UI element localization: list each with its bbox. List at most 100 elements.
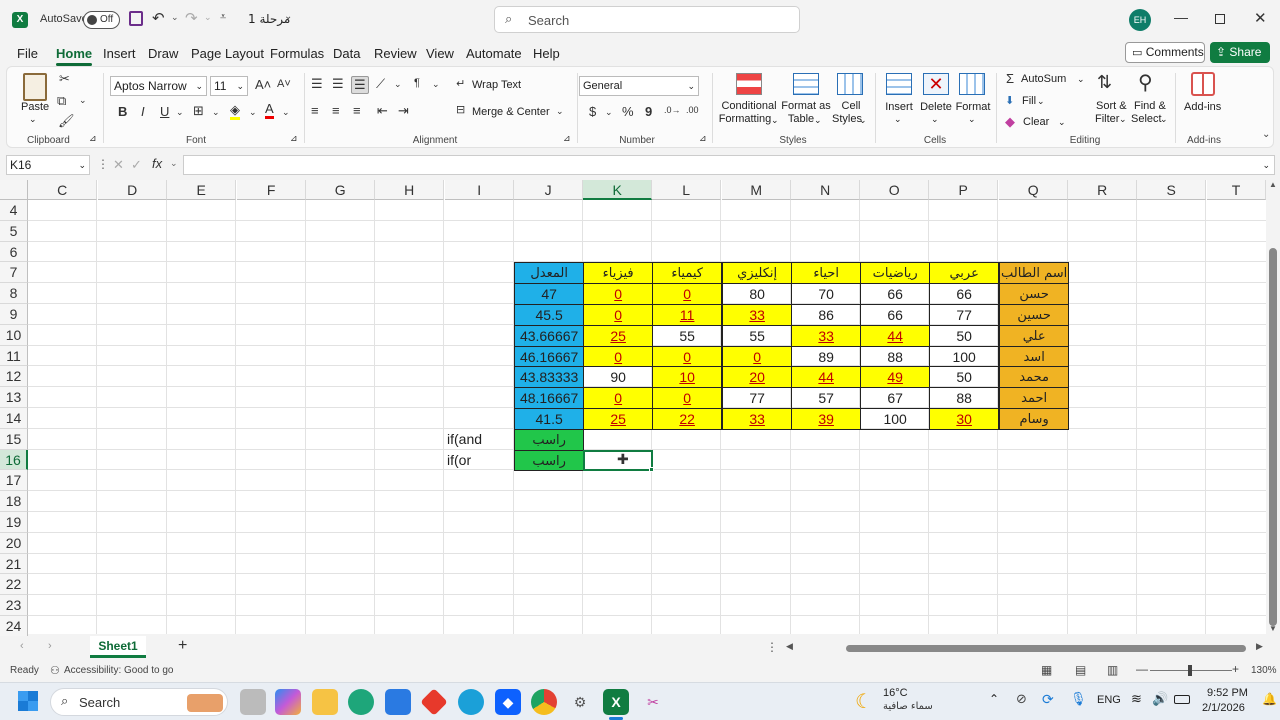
row-header-10[interactable]: 10 — [0, 324, 28, 346]
format-as-table-icon[interactable] — [793, 73, 819, 95]
table-header-o[interactable]: رياضيات — [860, 262, 931, 285]
cell-i16[interactable]: if(or — [447, 450, 471, 471]
table-cell-p10[interactable]: 50 — [929, 324, 1000, 347]
table-cell-j13[interactable]: 48.16667 — [514, 387, 585, 409]
scroll-up-icon[interactable]: ▲ — [1269, 180, 1277, 189]
column-header-j[interactable]: J — [514, 180, 584, 200]
decrease-font-icon[interactable]: A˅ — [277, 78, 291, 90]
format-painter-icon[interactable]: 🖌 — [58, 113, 75, 129]
battery-icon[interactable] — [1174, 695, 1190, 704]
table-header-p[interactable]: عربي — [929, 262, 1000, 285]
table-header-l[interactable]: كيمياء — [652, 262, 723, 285]
conditional-formatting-icon[interactable] — [736, 73, 762, 95]
clear-icon[interactable]: ◆ — [1005, 114, 1015, 130]
table-cell-n8[interactable]: 70 — [791, 283, 862, 305]
table-cell-o12[interactable]: 49 — [860, 366, 931, 389]
formula-input[interactable]: ⌄ — [183, 155, 1275, 175]
row-header-5[interactable]: 5 — [0, 220, 28, 242]
row-header-14[interactable]: 14 — [0, 408, 28, 429]
column-header-h[interactable]: H — [375, 180, 445, 200]
underline-dropdown-icon[interactable]: ⌄ — [176, 107, 184, 118]
tab-draw[interactable]: Draw — [148, 46, 178, 61]
currency-button[interactable]: $ — [589, 104, 596, 119]
merge-dropdown-icon[interactable]: ⌄ — [556, 106, 564, 117]
table-cell-m8[interactable]: 80 — [722, 283, 793, 305]
borders-dropdown-icon[interactable]: ⌄ — [212, 107, 220, 118]
number-format-select[interactable]: General ⌄ — [579, 76, 699, 96]
add-sheet-button[interactable]: + — [178, 637, 187, 655]
merge-center-icon[interactable]: ⊟ — [456, 103, 465, 116]
underline-button[interactable]: U — [160, 104, 169, 119]
table-cell-k9[interactable]: 0 — [583, 304, 654, 326]
decrease-decimal-icon[interactable]: .00 — [686, 105, 699, 115]
format-as-table-label-2[interactable]: Table — [785, 113, 817, 126]
wrap-text-button[interactable]: Wrap Text — [472, 79, 521, 92]
table-cell-m12[interactable]: 20 — [722, 366, 793, 389]
tab-home[interactable]: Home — [56, 46, 93, 66]
conditional-formatting-label-2[interactable]: Formatting — [715, 113, 775, 126]
minimize-icon[interactable]: — — [1174, 9, 1188, 25]
format-cells-icon[interactable] — [959, 73, 985, 95]
sync-icon[interactable]: ⟳ — [1042, 691, 1054, 708]
row-header-13[interactable]: 13 — [0, 387, 28, 408]
column-header-m[interactable]: M — [722, 180, 792, 200]
table-cell-k11[interactable]: 0 — [583, 345, 654, 368]
weather-moon-icon[interactable]: ☾ — [855, 689, 873, 714]
snipping-tool-icon[interactable]: ✂ — [640, 689, 666, 715]
table-cell-k13[interactable]: 0 — [583, 387, 654, 409]
table-cell-p14[interactable]: 30 — [929, 408, 1000, 430]
table-cell-j14[interactable]: 41.5 — [514, 408, 585, 430]
table-cell-o14[interactable]: 100 — [860, 408, 931, 430]
row-header-11[interactable]: 11 — [0, 345, 28, 367]
conditional-formatting-label-1[interactable]: Conditional — [717, 100, 781, 113]
app-red-icon[interactable] — [420, 688, 448, 716]
alignment-launcher-icon[interactable]: ⊿ — [563, 133, 571, 144]
column-header-d[interactable]: D — [98, 180, 168, 200]
cell-styles-icon[interactable] — [837, 73, 863, 95]
table-cell-j12[interactable]: 43.83333 — [514, 366, 585, 389]
column-header-q[interactable]: Q — [999, 180, 1069, 200]
table-cell-n13[interactable]: 57 — [791, 387, 862, 409]
paste-icon[interactable] — [23, 73, 47, 101]
column-header-s[interactable]: S — [1137, 180, 1207, 200]
zoom-slider[interactable] — [1150, 665, 1232, 676]
undo-dropdown-icon[interactable]: ⌄ — [171, 12, 179, 23]
edge-icon[interactable] — [348, 689, 374, 715]
table-cell-p12[interactable]: 50 — [929, 366, 1000, 389]
maximize-icon[interactable] — [1215, 14, 1225, 24]
table-cell-l9[interactable]: 11 — [652, 304, 723, 326]
copy-dropdown-icon[interactable]: ⌄ — [79, 95, 87, 106]
font-launcher-icon[interactable]: ⊿ — [290, 133, 298, 144]
align-right-icon[interactable]: ≡ — [353, 103, 361, 118]
paste-dropdown-icon[interactable]: ⌄ — [29, 113, 37, 126]
tab-review[interactable]: Review — [374, 46, 417, 61]
close-icon[interactable]: ✕ — [1254, 9, 1267, 27]
table-header-k[interactable]: فيزياء — [583, 262, 654, 285]
table-cell-q12[interactable]: محمد — [999, 366, 1070, 389]
task-view-icon[interactable] — [240, 689, 266, 715]
clear-button[interactable]: Clear — [1023, 116, 1049, 129]
wifi-icon[interactable]: ≋ — [1131, 691, 1142, 707]
row-header-18[interactable]: 18 — [0, 491, 28, 512]
fill-button[interactable]: Fill — [1022, 95, 1036, 108]
confirm-entry-icon[interactable]: ✓ — [131, 157, 142, 173]
orientation-icon[interactable]: ⟋ — [376, 76, 385, 92]
increase-font-icon[interactable]: A˄ — [255, 77, 271, 92]
wrap-text-icon[interactable]: ↵ — [456, 77, 465, 90]
row-header-6[interactable]: 6 — [0, 241, 28, 263]
undo-icon[interactable]: ↶ — [152, 9, 165, 27]
table-cell-o10[interactable]: 44 — [860, 324, 931, 347]
vertical-scroll-thumb[interactable] — [1269, 248, 1277, 626]
table-cell-k14[interactable]: 25 — [583, 408, 654, 430]
row-header-16[interactable]: 16 — [0, 449, 28, 471]
addins-button[interactable]: Add-ins — [1184, 101, 1221, 114]
font-color-icon[interactable]: A — [265, 102, 274, 119]
table-cell-j8[interactable]: 47 — [514, 283, 585, 305]
prev-sheet-icon[interactable]: ‹ — [20, 640, 24, 652]
meet-now-icon[interactable]: ⊘ — [1016, 691, 1027, 707]
customize-toolbar-icon[interactable]: ⩡ — [220, 11, 226, 24]
language-indicator[interactable]: ENG — [1097, 694, 1121, 706]
insert-function-icon[interactable]: fx — [152, 156, 162, 171]
search-box[interactable]: ⌕ Search — [494, 6, 800, 33]
table-header-m[interactable]: إنكليزي — [722, 262, 793, 285]
